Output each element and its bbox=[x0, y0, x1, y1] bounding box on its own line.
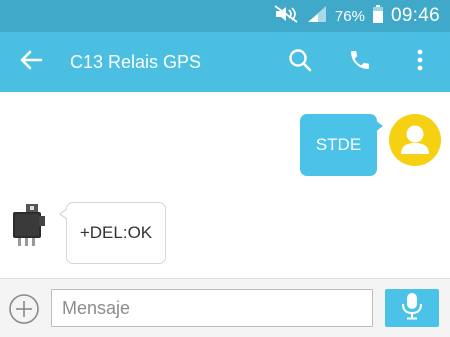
attach-button[interactable] bbox=[8, 293, 40, 325]
message-text: STDE bbox=[315, 135, 362, 154]
bubble-tail bbox=[375, 120, 383, 132]
app-bar: C13 Relais GPS bbox=[0, 32, 450, 92]
signal-icon bbox=[307, 5, 327, 27]
message-text: +DEL:OK bbox=[79, 223, 153, 242]
message-input[interactable] bbox=[51, 289, 373, 327]
mute-icon bbox=[273, 5, 299, 27]
message-list: STDE +DEL:OK bbox=[0, 92, 450, 278]
battery-percent: 76% bbox=[334, 7, 365, 25]
status-bar: 76% 09:46 bbox=[0, 0, 450, 32]
status-time: 09:46 bbox=[390, 5, 440, 26]
call-button[interactable] bbox=[345, 47, 375, 77]
bubble-tail-fill bbox=[61, 209, 68, 219]
composer-bar bbox=[0, 278, 450, 337]
search-icon bbox=[287, 47, 313, 78]
relay-device-icon[interactable] bbox=[10, 204, 48, 248]
message-bubble-outgoing[interactable]: STDE bbox=[300, 114, 377, 176]
conversation-title: C13 Relais GPS bbox=[70, 52, 202, 72]
search-button[interactable] bbox=[285, 47, 315, 77]
arrow-left-icon bbox=[19, 48, 43, 77]
more-vert-icon bbox=[416, 48, 424, 77]
voice-input-button[interactable] bbox=[385, 289, 439, 327]
status-icons: 76% 09:46 bbox=[273, 0, 440, 32]
battery-icon bbox=[372, 5, 383, 27]
plus-circle-icon bbox=[8, 294, 40, 329]
more-options-button[interactable] bbox=[405, 47, 435, 77]
microphone-icon bbox=[401, 292, 423, 325]
user-avatar-icon[interactable] bbox=[389, 114, 441, 166]
phone-icon bbox=[348, 48, 372, 77]
message-bubble-incoming[interactable]: +DEL:OK bbox=[66, 202, 166, 264]
back-button[interactable] bbox=[16, 47, 46, 77]
